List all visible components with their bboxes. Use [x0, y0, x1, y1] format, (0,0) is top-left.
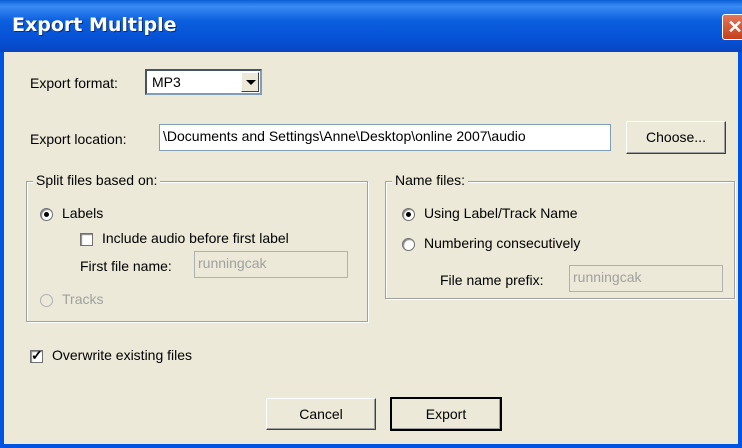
choose-button[interactable]: Choose... [626, 121, 726, 154]
name-files-legend: Name files: [392, 172, 469, 188]
using-label-radio[interactable] [402, 208, 415, 221]
export-format-select[interactable]: MP3 [145, 69, 262, 95]
dialog-title: Export Multiple [12, 14, 177, 36]
split-files-legend: Split files based on: [33, 172, 161, 188]
export-location-label: Export location: [30, 131, 127, 147]
include-audio-label: Include audio before first label [102, 230, 289, 246]
overwrite-checkbox[interactable] [30, 347, 43, 364]
chevron-down-icon[interactable] [241, 72, 259, 92]
export-format-label: Export format: [30, 75, 118, 91]
close-button[interactable]: ✕ [722, 14, 742, 40]
cancel-button[interactable]: Cancel [266, 398, 376, 430]
export-location-input[interactable]: \Documents and Settings\Anne\Desktop\onl… [159, 124, 611, 151]
export-button[interactable]: Export [390, 397, 502, 431]
tracks-option-label: Tracks [62, 291, 104, 307]
overwrite-label: Overwrite existing files [52, 347, 193, 363]
numbering-radio[interactable] [402, 238, 415, 251]
first-file-name-value: runningcak [198, 255, 267, 271]
file-name-prefix-input: runningcak [569, 265, 723, 292]
export-location-value: \Documents and Settings\Anne\Desktop\onl… [163, 128, 526, 144]
numbering-option-label: Numbering consecutively [424, 235, 581, 251]
labels-option-label: Labels [62, 205, 104, 221]
tracks-radio [40, 294, 53, 307]
file-name-prefix-value: runningcak [573, 269, 642, 285]
file-name-prefix-label: File name prefix: [440, 272, 544, 288]
export-multiple-dialog: Export Multiple ✕ Export format: MP3 Exp… [0, 0, 742, 448]
first-file-name-label: First file name: [80, 258, 172, 274]
include-audio-checkbox[interactable] [80, 233, 93, 246]
labels-radio[interactable] [40, 208, 53, 221]
first-file-name-input: runningcak [194, 251, 348, 278]
close-icon: ✕ [727, 17, 742, 37]
title-bar: Export Multiple ✕ [0, 0, 742, 52]
using-label-option-label: Using Label/Track Name [424, 205, 578, 221]
export-format-value: MP3 [152, 74, 181, 90]
